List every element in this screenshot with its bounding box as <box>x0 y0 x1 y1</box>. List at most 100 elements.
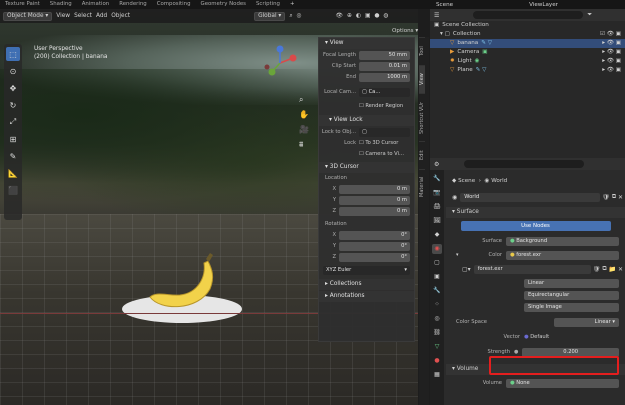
tool-tab-icon[interactable]: 🔧 <box>432 174 442 184</box>
snap-icon[interactable]: ⌕ <box>289 13 292 20</box>
render-tab-icon[interactable]: 📷 <box>432 188 442 198</box>
material-tab-icon[interactable]: ● <box>432 356 442 366</box>
light-visibility-icons[interactable]: ▸ 👁 ▣ <box>602 57 625 66</box>
world-tab-icon[interactable]: ◉ <box>432 244 442 254</box>
scale-icon[interactable]: ⤢ <box>6 115 20 129</box>
image-copy-icon[interactable]: ⧉ <box>602 265 606 273</box>
surface-header[interactable]: ▾ Surface <box>446 207 625 218</box>
data-tab-icon[interactable]: ▽ <box>432 342 442 352</box>
add-cube-icon[interactable]: ⬛ <box>6 183 20 197</box>
image-unlink-icon[interactable]: ✕ <box>618 266 623 273</box>
properties-editor-icon[interactable]: ⚙ <box>434 161 439 168</box>
pan-hand-icon[interactable]: ✋ <box>299 107 309 122</box>
outliner-row-collection[interactable]: ▾ ▢ Collection ☑ 👁 ▣ <box>430 30 625 39</box>
tab-scripting[interactable]: Scripting <box>251 0 285 9</box>
3d-cursor-header[interactable]: ▾ 3D Cursor <box>319 162 414 173</box>
cursor-location-x[interactable]: 0 m <box>339 184 410 194</box>
lock-to-cursor-checkbox[interactable]: ☐ To 3D Cursor <box>359 140 398 146</box>
tab-compositing[interactable]: Compositing <box>152 0 196 9</box>
banana-visibility-icons[interactable]: ▸ 👁 ▣ <box>602 39 625 48</box>
render-region-checkbox[interactable]: ☐ Render Region <box>359 103 403 109</box>
color-input-field[interactable]: ● forest.exr <box>506 250 619 260</box>
surface-shader-field[interactable]: ● Background <box>506 236 619 246</box>
tab-rendering[interactable]: Rendering <box>114 0 152 9</box>
visibility-icon[interactable]: 👁 <box>336 13 343 19</box>
view-section-header[interactable]: ▾ View <box>319 38 414 49</box>
tab-shading[interactable]: Shading <box>45 0 77 9</box>
clip-start-field[interactable]: 0.01 m <box>359 61 410 71</box>
options-button[interactable]: Options ▾ <box>392 28 418 34</box>
clip-end-field[interactable]: 1000 m <box>359 72 410 82</box>
projection-dropdown[interactable]: Equirectangular <box>524 290 619 300</box>
copy-icon[interactable]: ⧉ <box>612 193 616 201</box>
camera-visibility-icons[interactable]: ▸ 👁 ▣ <box>602 48 625 57</box>
menu-add[interactable]: Add <box>96 13 107 19</box>
local-camera-field[interactable]: ▢ Ca... <box>359 87 410 97</box>
cursor-rotation-x[interactable]: 0° <box>339 230 410 240</box>
particles-tab-icon[interactable]: ⁘ <box>432 300 442 310</box>
viewlayer-selector[interactable]: ViewLayer <box>529 2 558 8</box>
interpolation-dropdown[interactable]: Linear <box>524 278 619 288</box>
constraints-tab-icon[interactable]: ⛓ <box>432 328 442 338</box>
volume-field[interactable]: ● None <box>506 378 619 388</box>
transform-orientation[interactable]: Global ▾ <box>254 11 286 21</box>
camera-view-icon[interactable]: 🎥 <box>299 122 309 137</box>
collections-header[interactable]: ▸ Collections <box>319 279 414 290</box>
display-mode-icon[interactable]: ☰ <box>434 12 439 19</box>
scene-tab-icon[interactable]: ◆ <box>432 230 442 240</box>
annotations-header[interactable]: ▸ Annotations <box>319 291 414 302</box>
outliner-row-plane[interactable]: ▽ Plane ✎ ▽ ▸ 👁 ▣ <box>430 66 625 75</box>
move-icon[interactable]: ✥ <box>6 81 20 95</box>
color-space-dropdown[interactable]: Linear ▾ <box>554 317 619 327</box>
sidebar-tab-material[interactable]: Material <box>419 169 425 203</box>
tab-geometry-nodes[interactable]: Geometry Nodes <box>196 0 251 9</box>
outliner-row-light[interactable]: ✹ Light ◉ ▸ 👁 ▣ <box>430 57 625 66</box>
use-nodes-button[interactable]: Use Nodes <box>460 221 611 231</box>
sidebar-tab-shortcut[interactable]: Shortcut VUr <box>419 93 425 141</box>
cursor-icon[interactable]: ⊙ <box>6 64 20 78</box>
tab-animation[interactable]: Animation <box>77 0 114 9</box>
rotate-icon[interactable]: ↻ <box>6 98 20 112</box>
rotation-mode-dropdown[interactable]: XYZ Euler ▾ <box>323 265 410 275</box>
outliner-row-banana[interactable]: ▽ banana ✎ ▽ ▸ 👁 ▣ <box>430 39 625 48</box>
unlink-icon[interactable]: ✕ <box>618 194 623 201</box>
tab-texture-paint[interactable]: Texture Paint <box>0 0 45 9</box>
view-lock-header[interactable]: ▾ View Lock <box>319 115 414 126</box>
cursor-location-z[interactable]: 0 m <box>339 206 410 216</box>
vector-field[interactable]: ● Default <box>524 334 549 340</box>
world-browse-icon[interactable]: ◉ <box>452 194 457 201</box>
source-dropdown[interactable]: Single Image <box>524 302 619 312</box>
world-name-field[interactable]: World <box>460 192 601 202</box>
grid-perspective-icon[interactable]: ⩩ <box>299 137 309 152</box>
menu-select[interactable]: Select <box>74 13 92 19</box>
scene-selector[interactable]: Scene <box>436 2 453 8</box>
view-layer-tab-icon[interactable]: 🖼 <box>432 216 442 226</box>
plane-visibility-icons[interactable]: ▸ 👁 ▣ <box>602 66 625 75</box>
color-expand-icon[interactable]: ▾ <box>446 252 459 258</box>
collection-visibility-icons[interactable]: ☑ 👁 ▣ <box>600 30 625 39</box>
banana-on-plate[interactable] <box>120 249 260 339</box>
sidebar-tab-tool[interactable]: Tool <box>419 37 425 65</box>
object-tab-icon[interactable]: ▣ <box>432 272 442 282</box>
menu-object[interactable]: Object <box>111 13 130 19</box>
gizmo-icon[interactable]: ⊕ <box>347 13 352 19</box>
measure-icon[interactable]: 📐 <box>6 166 20 180</box>
menu-view[interactable]: View <box>56 13 70 19</box>
focal-length-field[interactable]: 50 mm <box>359 50 410 60</box>
shading-rendered-icon[interactable]: ◍ <box>383 13 388 19</box>
add-workspace-button[interactable]: + <box>285 0 300 9</box>
filter-icon[interactable]: ⏷ <box>587 11 592 19</box>
navigation-gizmo[interactable] <box>262 45 298 81</box>
output-tab-icon[interactable]: 🖨 <box>432 202 442 212</box>
outliner-search-input[interactable] <box>473 11 584 19</box>
select-box-icon[interactable]: ⬚ <box>6 47 20 61</box>
transform-icon[interactable]: ⊞ <box>6 132 20 146</box>
sidebar-tab-view[interactable]: View <box>419 65 425 93</box>
mode-selector[interactable]: Object Mode ▾ <box>3 11 53 21</box>
proportional-icon[interactable]: ◎ <box>297 13 302 19</box>
image-open-icon[interactable]: 📁 <box>609 266 616 273</box>
xray-icon[interactable]: ▣ <box>365 13 370 19</box>
outliner-row-camera[interactable]: ▶ Camera ▣ ▸ 👁 ▣ <box>430 48 625 57</box>
outliner-row-scene-collection[interactable]: ▣ Scene Collection <box>430 21 625 30</box>
cursor-location-y[interactable]: 0 m <box>339 195 410 205</box>
